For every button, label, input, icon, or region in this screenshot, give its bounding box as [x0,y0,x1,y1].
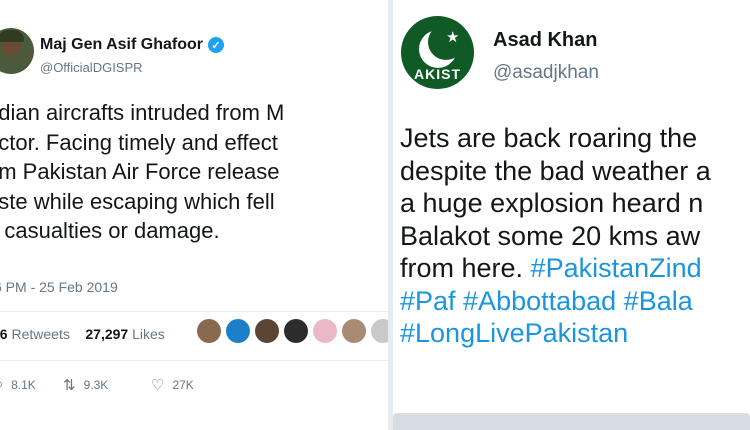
star-icon: ★ [446,29,460,46]
hashtag-link[interactable]: #LongLivePakistan [400,317,750,350]
tweet-text-line: a huge explosion heard n [400,188,704,218]
avatar-text: AKIST [414,66,461,82]
likes-count[interactable]: 27,297 [85,326,128,342]
liker-avatar[interactable] [313,319,337,343]
liker-avatar[interactable] [197,319,221,343]
author-avatar[interactable]: ★ AKIST [401,16,474,89]
speech-bubble-icon: ○ [0,376,3,393]
hashtag-links[interactable]: #Paf #Abbottabad #Bala [400,285,750,318]
liker-avatar[interactable] [284,319,308,343]
left-tweet-panel: Maj Gen Asif Ghafoor ✓ @OfficialDGISPR n… [0,0,388,430]
media-preview[interactable] [393,413,750,430]
tweet-timestamp[interactable]: 6 PM - 25 Feb 2019 [0,279,118,295]
hashtag-link[interactable]: #PakistanZind [531,253,702,283]
author-name-row: Maj Gen Asif Ghafoor ✓ [40,36,224,54]
retweets-label[interactable]: Retweets [11,326,69,342]
tweet-text-line: o casualties or damage. [0,218,220,243]
liker-avatar[interactable] [371,319,388,343]
tweet-text: Jets are back roaring the despite the ba… [400,122,750,350]
liker-avatar[interactable] [342,319,366,343]
liker-avatars [197,319,388,343]
heart-icon: ♡ [151,377,165,394]
right-tweet-panel: ★ AKIST Asad Khan @asadjkhan Jets are ba… [393,0,750,430]
tweet-text-fragment: from here. [400,253,531,283]
author-handle[interactable]: @asadjkhan [493,62,599,84]
divider [0,311,388,312]
retweets-count[interactable]: 86 [0,326,8,342]
author-name[interactable]: Maj Gen Asif Ghafoor [40,36,203,54]
tweet-text-line: Balakot some 20 kms aw [400,220,701,251]
likes-label[interactable]: Likes [132,326,165,342]
retweet-arrows-icon: ⇅ [63,377,76,394]
tweet-text-line: Jets are back roaring the [400,123,698,153]
liker-avatar[interactable] [226,319,250,343]
tweet-text-line: despite the bad weather a [400,155,711,186]
retweet-button[interactable]: ⇅ 9.3K [63,376,108,394]
tweet-text-line: ndian aircrafts intruded from M [0,100,285,125]
verified-badge-icon: ✓ [207,37,224,53]
author-avatar[interactable] [0,28,34,74]
author-handle[interactable]: @OfficialDGISPR [40,60,143,75]
like-button[interactable]: ♡ 27K [151,376,194,394]
retweet-count: 9.3K [83,378,109,392]
reply-button[interactable]: ○ 8.1K [0,376,36,393]
tweet-text-line: from here. #PakistanZind [400,252,750,285]
engagement-stats: 86 Retweets 27,297 Likes [0,326,165,342]
liker-avatar[interactable] [255,319,279,343]
tweet-text: ndian aircrafts intruded from M ector. F… [0,98,388,246]
tweet-text-line: om Pakistan Air Force release [0,159,280,184]
reply-count: 8.1K [11,377,36,392]
tweet-text-line: aste while escaping which fell [0,188,275,214]
tweet-text-line: ector. Facing timely and effect [0,129,278,155]
like-count: 27K [172,378,194,392]
divider [0,360,388,361]
author-name[interactable]: Asad Khan [493,29,597,52]
